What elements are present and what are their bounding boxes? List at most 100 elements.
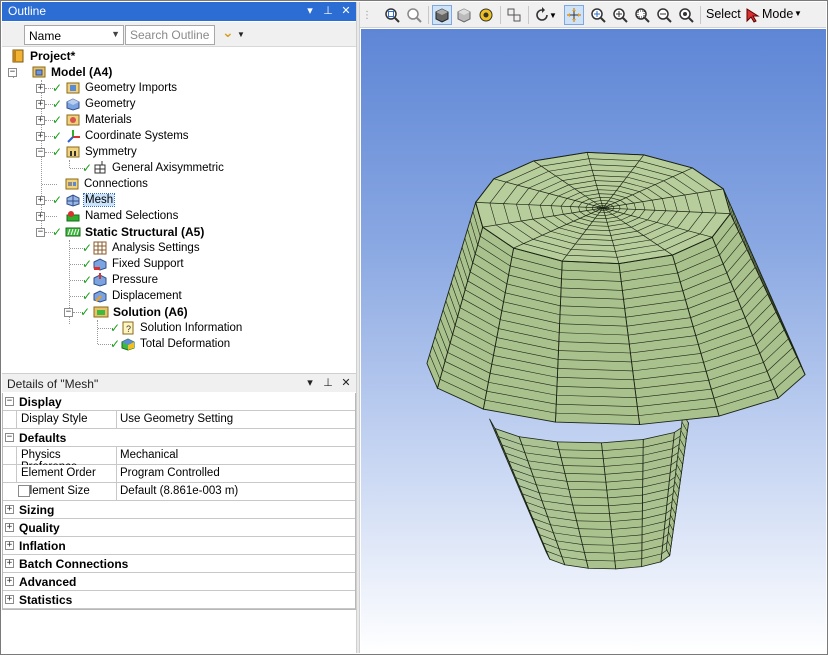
expand-icon[interactable]: + <box>36 83 45 93</box>
tree-item-named-selections[interactable]: + Named Selections <box>36 208 179 224</box>
expand-icon[interactable]: + <box>5 505 14 514</box>
category-defaults[interactable]: − Defaults <box>2 429 356 447</box>
prop-value[interactable]: Mechanical <box>120 449 178 461</box>
tree-item-label: Total Deformation <box>140 338 231 350</box>
collapse-icon[interactable]: − <box>5 397 14 406</box>
category-display[interactable]: − Display <box>2 393 356 411</box>
tree-item-geometry-imports[interactable]: + ✓ Geometry Imports <box>36 80 178 96</box>
displacement-icon <box>92 289 108 303</box>
tree-item-displacement[interactable]: ✓ Displacement <box>82 288 183 304</box>
prop-element-order[interactable]: Element Order Program Controlled <box>2 465 356 483</box>
parameter-checkbox[interactable] <box>18 485 30 497</box>
prop-element-size[interactable]: Element Size Default (8.861e-003 m) <box>2 483 356 501</box>
check-icon: ✓ <box>52 145 63 159</box>
category-quality[interactable]: + Quality <box>2 519 356 537</box>
category-statistics[interactable]: + Statistics <box>2 591 356 609</box>
expand-icon[interactable]: + <box>36 99 45 109</box>
tree-item-analysis-settings[interactable]: ✓ Analysis Settings <box>82 240 201 256</box>
tree-item-model[interactable]: − Model (A4) <box>8 64 113 80</box>
collapse-icon[interactable]: − <box>8 67 17 77</box>
zoom-fit-icon[interactable] <box>382 5 402 25</box>
wireframe-icon[interactable] <box>454 5 474 25</box>
pin-icon[interactable]: ⊥ <box>322 4 334 18</box>
tree-item-connections[interactable]: Connections <box>56 176 149 192</box>
panel-splitter[interactable] <box>356 2 360 653</box>
tree-item-static-structural[interactable]: − ✓ Static Structural (A5) <box>36 224 205 240</box>
dropdown-arrow-icon[interactable]: ▾ <box>304 4 316 18</box>
tree-item-geometry[interactable]: + ✓ Geometry <box>36 96 137 112</box>
expand-icon[interactable]: + <box>5 577 14 586</box>
dropdown-arrow-icon[interactable]: ▾ <box>304 376 316 390</box>
check-icon: ✓ <box>110 337 121 351</box>
collapse-icon[interactable]: − <box>36 227 45 237</box>
expand-icon[interactable]: + <box>36 211 45 221</box>
tree-item-project[interactable]: Project* <box>10 48 76 64</box>
prop-display-style[interactable]: Display Style Use Geometry Setting <box>2 411 356 429</box>
named-selections-icon <box>65 209 81 223</box>
prop-value[interactable]: Default (8.861e-003 m) <box>120 485 238 497</box>
expand-icon[interactable]: + <box>5 559 14 568</box>
category-label: Statistics <box>19 593 73 607</box>
tree-item-label: Geometry <box>85 98 136 110</box>
filter-options-button[interactable]: ⌄ ▼ <box>220 24 248 44</box>
expand-icon[interactable]: + <box>5 523 14 532</box>
tree-item-symmetry[interactable]: − ✓ Symmetry <box>36 144 138 160</box>
close-icon[interactable]: ✕ <box>340 376 352 390</box>
zoom-fit-all-icon[interactable] <box>404 5 424 25</box>
prop-value[interactable]: Use Geometry Setting <box>120 413 233 425</box>
expand-icon[interactable]: + <box>36 131 45 141</box>
zoom-reset-icon[interactable] <box>676 5 696 25</box>
tree-item-mesh[interactable]: + ✓ Mesh <box>36 192 116 208</box>
filter-type-combo[interactable]: Name ▼ <box>24 25 124 45</box>
category-inflation[interactable]: + Inflation <box>2 537 356 555</box>
category-label: Inflation <box>19 539 66 553</box>
expand-icon[interactable]: + <box>5 595 14 604</box>
static-structural-icon <box>65 225 81 239</box>
tree-item-fixed-support[interactable]: ✓ Fixed Support <box>82 256 185 272</box>
mode-dropdown-icon[interactable]: ▼ <box>794 9 802 18</box>
collapse-icon[interactable]: − <box>64 307 73 317</box>
box-zoom-icon[interactable] <box>632 5 652 25</box>
tree-item-solution[interactable]: − ✓ Solution (A6) <box>64 304 189 320</box>
mode-menu[interactable]: Mode <box>762 7 793 21</box>
category-advanced[interactable]: + Advanced <box>2 573 356 591</box>
zoom-icon[interactable] <box>588 5 608 25</box>
edge-coloring-icon[interactable] <box>504 5 524 25</box>
tree-item-materials[interactable]: + ✓ Materials <box>36 112 133 128</box>
show-mesh-icon[interactable] <box>476 5 496 25</box>
chevron-filter-icon: ⌄ <box>222 24 234 40</box>
search-outline-input[interactable] <box>125 25 215 45</box>
expand-icon[interactable]: + <box>36 115 45 125</box>
tree-item-general-axisymmetric[interactable]: ✓ General Axisymmetric <box>82 160 225 176</box>
zoom-out-icon[interactable] <box>654 5 674 25</box>
pan-icon[interactable] <box>564 5 584 25</box>
tree-item-coordinate-systems[interactable]: + ✓ Coordinate Systems <box>36 128 190 144</box>
mesh-icon <box>65 193 81 207</box>
collapse-icon[interactable]: − <box>5 433 14 442</box>
graphics-toolbar: ⋮ ▼ Select Mode ▼ <box>360 2 826 28</box>
prop-physics-preference[interactable]: Physics Preference Mechanical <box>2 447 356 473</box>
tree-item-total-deformation[interactable]: ✓ Total Deformation <box>110 336 231 352</box>
collapse-icon[interactable]: − <box>36 147 45 157</box>
prop-value[interactable]: Program Controlled <box>120 467 220 479</box>
zoom-in-icon[interactable] <box>610 5 630 25</box>
expand-icon[interactable]: + <box>5 541 14 550</box>
tree-item-pressure[interactable]: ✓ Pressure <box>82 272 159 288</box>
expand-icon[interactable]: + <box>36 195 45 205</box>
tree-item-label: Analysis Settings <box>112 242 200 254</box>
coordinate-systems-icon <box>65 129 81 143</box>
category-batch-connections[interactable]: + Batch Connections <box>2 555 356 573</box>
cursor-select-icon[interactable] <box>742 5 762 25</box>
small-down-arrow-icon: ▼ <box>237 30 245 39</box>
graphics-viewport[interactable] <box>361 29 826 653</box>
tree-item-solution-information[interactable]: ✓ ? Solution Information <box>110 320 243 336</box>
close-icon[interactable]: ✕ <box>340 4 352 18</box>
tree-item-label: Project* <box>30 49 76 63</box>
pin-icon[interactable]: ⊥ <box>322 376 334 390</box>
shaded-exterior-icon[interactable] <box>432 5 452 25</box>
geometry-imports-icon <box>65 81 81 95</box>
select-menu[interactable]: Select <box>706 7 741 21</box>
category-sizing[interactable]: + Sizing <box>2 501 356 519</box>
connections-icon <box>64 177 80 191</box>
rotate-dropdown-icon[interactable]: ▼ <box>548 5 558 25</box>
